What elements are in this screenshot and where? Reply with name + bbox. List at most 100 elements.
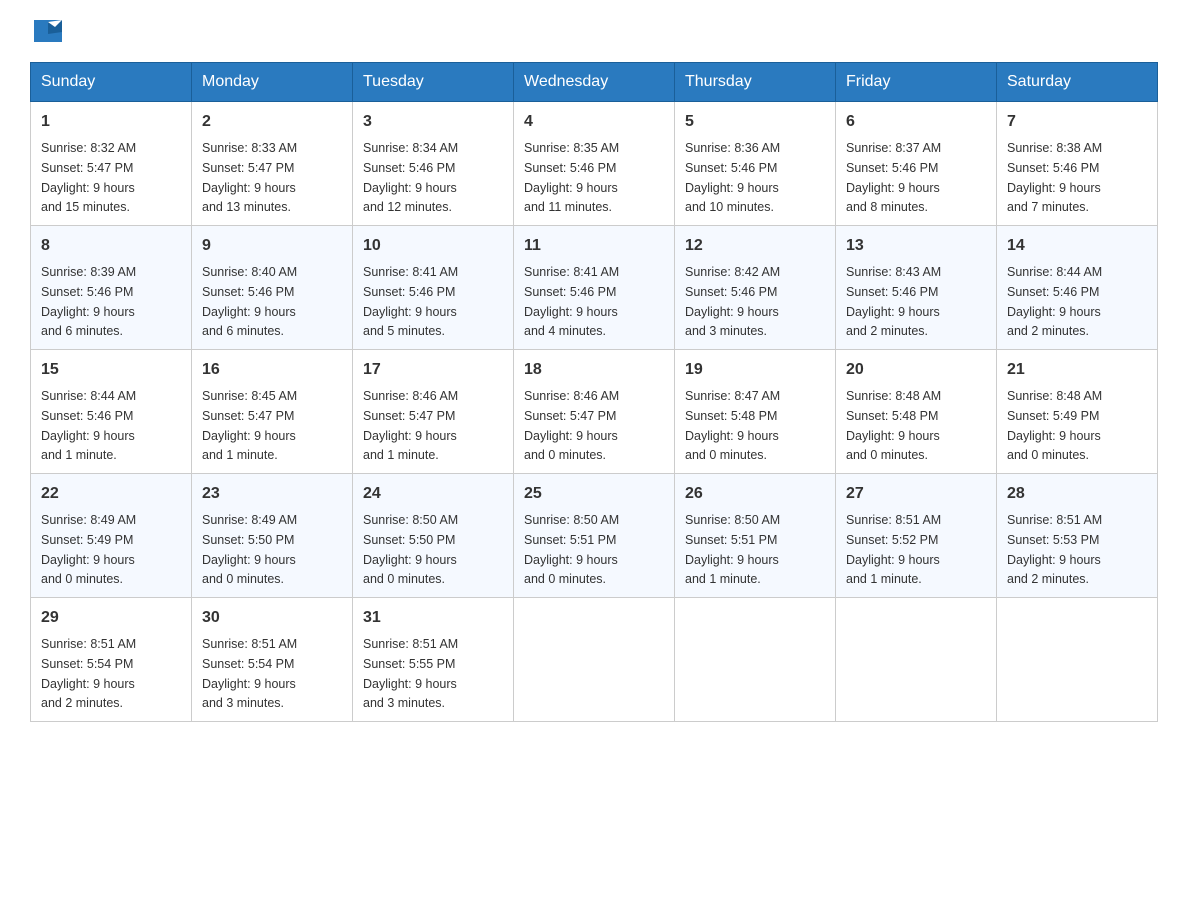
day-number: 3 bbox=[363, 110, 503, 134]
calendar-day-cell bbox=[514, 598, 675, 722]
calendar-day-cell: 7 Sunrise: 8:38 AM Sunset: 5:46 PM Dayli… bbox=[997, 102, 1158, 226]
calendar-day-cell bbox=[675, 598, 836, 722]
day-number: 8 bbox=[41, 234, 181, 258]
day-info: Sunrise: 8:51 AM Sunset: 5:54 PM Dayligh… bbox=[41, 637, 136, 710]
calendar-week-row: 15 Sunrise: 8:44 AM Sunset: 5:46 PM Dayl… bbox=[31, 350, 1158, 474]
day-info: Sunrise: 8:50 AM Sunset: 5:50 PM Dayligh… bbox=[363, 513, 458, 586]
day-info: Sunrise: 8:37 AM Sunset: 5:46 PM Dayligh… bbox=[846, 141, 941, 214]
day-number: 18 bbox=[524, 358, 664, 382]
day-number: 10 bbox=[363, 234, 503, 258]
day-info: Sunrise: 8:47 AM Sunset: 5:48 PM Dayligh… bbox=[685, 389, 780, 462]
calendar-day-cell: 23 Sunrise: 8:49 AM Sunset: 5:50 PM Dayl… bbox=[192, 474, 353, 598]
calendar-day-cell bbox=[836, 598, 997, 722]
calendar-day-cell: 8 Sunrise: 8:39 AM Sunset: 5:46 PM Dayli… bbox=[31, 226, 192, 350]
calendar-day-cell: 9 Sunrise: 8:40 AM Sunset: 5:46 PM Dayli… bbox=[192, 226, 353, 350]
calendar-week-row: 22 Sunrise: 8:49 AM Sunset: 5:49 PM Dayl… bbox=[31, 474, 1158, 598]
calendar-day-cell: 31 Sunrise: 8:51 AM Sunset: 5:55 PM Dayl… bbox=[353, 598, 514, 722]
calendar-day-cell: 3 Sunrise: 8:34 AM Sunset: 5:46 PM Dayli… bbox=[353, 102, 514, 226]
calendar-day-cell: 22 Sunrise: 8:49 AM Sunset: 5:49 PM Dayl… bbox=[31, 474, 192, 598]
day-number: 29 bbox=[41, 606, 181, 630]
page-header bbox=[30, 20, 1158, 42]
day-info: Sunrise: 8:35 AM Sunset: 5:46 PM Dayligh… bbox=[524, 141, 619, 214]
day-info: Sunrise: 8:48 AM Sunset: 5:49 PM Dayligh… bbox=[1007, 389, 1102, 462]
calendar-day-cell: 14 Sunrise: 8:44 AM Sunset: 5:46 PM Dayl… bbox=[997, 226, 1158, 350]
day-number: 24 bbox=[363, 482, 503, 506]
day-number: 26 bbox=[685, 482, 825, 506]
day-number: 2 bbox=[202, 110, 342, 134]
day-info: Sunrise: 8:45 AM Sunset: 5:47 PM Dayligh… bbox=[202, 389, 297, 462]
day-number: 11 bbox=[524, 234, 664, 258]
day-number: 17 bbox=[363, 358, 503, 382]
calendar-day-cell: 6 Sunrise: 8:37 AM Sunset: 5:46 PM Dayli… bbox=[836, 102, 997, 226]
day-info: Sunrise: 8:33 AM Sunset: 5:47 PM Dayligh… bbox=[202, 141, 297, 214]
day-number: 16 bbox=[202, 358, 342, 382]
calendar-day-cell: 24 Sunrise: 8:50 AM Sunset: 5:50 PM Dayl… bbox=[353, 474, 514, 598]
calendar-day-cell: 11 Sunrise: 8:41 AM Sunset: 5:46 PM Dayl… bbox=[514, 226, 675, 350]
day-number: 7 bbox=[1007, 110, 1147, 134]
day-of-week-header: Tuesday bbox=[353, 63, 514, 102]
day-number: 4 bbox=[524, 110, 664, 134]
day-info: Sunrise: 8:43 AM Sunset: 5:46 PM Dayligh… bbox=[846, 265, 941, 338]
day-number: 21 bbox=[1007, 358, 1147, 382]
day-number: 6 bbox=[846, 110, 986, 134]
calendar-day-cell: 2 Sunrise: 8:33 AM Sunset: 5:47 PM Dayli… bbox=[192, 102, 353, 226]
calendar-day-cell: 13 Sunrise: 8:43 AM Sunset: 5:46 PM Dayl… bbox=[836, 226, 997, 350]
day-info: Sunrise: 8:51 AM Sunset: 5:52 PM Dayligh… bbox=[846, 513, 941, 586]
day-number: 30 bbox=[202, 606, 342, 630]
calendar-day-cell: 29 Sunrise: 8:51 AM Sunset: 5:54 PM Dayl… bbox=[31, 598, 192, 722]
day-number: 9 bbox=[202, 234, 342, 258]
calendar-day-cell: 5 Sunrise: 8:36 AM Sunset: 5:46 PM Dayli… bbox=[675, 102, 836, 226]
calendar-header-row: SundayMondayTuesdayWednesdayThursdayFrid… bbox=[31, 63, 1158, 102]
day-info: Sunrise: 8:41 AM Sunset: 5:46 PM Dayligh… bbox=[524, 265, 619, 338]
calendar-day-cell: 25 Sunrise: 8:50 AM Sunset: 5:51 PM Dayl… bbox=[514, 474, 675, 598]
logo bbox=[30, 20, 62, 42]
calendar-day-cell: 21 Sunrise: 8:48 AM Sunset: 5:49 PM Dayl… bbox=[997, 350, 1158, 474]
calendar-day-cell: 18 Sunrise: 8:46 AM Sunset: 5:47 PM Dayl… bbox=[514, 350, 675, 474]
day-of-week-header: Friday bbox=[836, 63, 997, 102]
day-info: Sunrise: 8:51 AM Sunset: 5:55 PM Dayligh… bbox=[363, 637, 458, 710]
calendar-day-cell: 20 Sunrise: 8:48 AM Sunset: 5:48 PM Dayl… bbox=[836, 350, 997, 474]
day-info: Sunrise: 8:39 AM Sunset: 5:46 PM Dayligh… bbox=[41, 265, 136, 338]
day-info: Sunrise: 8:44 AM Sunset: 5:46 PM Dayligh… bbox=[1007, 265, 1102, 338]
day-number: 19 bbox=[685, 358, 825, 382]
day-info: Sunrise: 8:38 AM Sunset: 5:46 PM Dayligh… bbox=[1007, 141, 1102, 214]
day-info: Sunrise: 8:51 AM Sunset: 5:54 PM Dayligh… bbox=[202, 637, 297, 710]
day-number: 5 bbox=[685, 110, 825, 134]
day-info: Sunrise: 8:41 AM Sunset: 5:46 PM Dayligh… bbox=[363, 265, 458, 338]
day-info: Sunrise: 8:40 AM Sunset: 5:46 PM Dayligh… bbox=[202, 265, 297, 338]
day-of-week-header: Sunday bbox=[31, 63, 192, 102]
calendar-day-cell: 4 Sunrise: 8:35 AM Sunset: 5:46 PM Dayli… bbox=[514, 102, 675, 226]
calendar-day-cell: 28 Sunrise: 8:51 AM Sunset: 5:53 PM Dayl… bbox=[997, 474, 1158, 598]
calendar-day-cell: 1 Sunrise: 8:32 AM Sunset: 5:47 PM Dayli… bbox=[31, 102, 192, 226]
calendar-week-row: 1 Sunrise: 8:32 AM Sunset: 5:47 PM Dayli… bbox=[31, 102, 1158, 226]
day-info: Sunrise: 8:46 AM Sunset: 5:47 PM Dayligh… bbox=[363, 389, 458, 462]
calendar-day-cell: 12 Sunrise: 8:42 AM Sunset: 5:46 PM Dayl… bbox=[675, 226, 836, 350]
calendar-day-cell: 16 Sunrise: 8:45 AM Sunset: 5:47 PM Dayl… bbox=[192, 350, 353, 474]
calendar-day-cell bbox=[997, 598, 1158, 722]
day-number: 20 bbox=[846, 358, 986, 382]
day-of-week-header: Thursday bbox=[675, 63, 836, 102]
day-info: Sunrise: 8:44 AM Sunset: 5:46 PM Dayligh… bbox=[41, 389, 136, 462]
day-of-week-header: Saturday bbox=[997, 63, 1158, 102]
calendar-week-row: 29 Sunrise: 8:51 AM Sunset: 5:54 PM Dayl… bbox=[31, 598, 1158, 722]
day-info: Sunrise: 8:34 AM Sunset: 5:46 PM Dayligh… bbox=[363, 141, 458, 214]
calendar-day-cell: 15 Sunrise: 8:44 AM Sunset: 5:46 PM Dayl… bbox=[31, 350, 192, 474]
day-of-week-header: Monday bbox=[192, 63, 353, 102]
day-number: 15 bbox=[41, 358, 181, 382]
day-info: Sunrise: 8:36 AM Sunset: 5:46 PM Dayligh… bbox=[685, 141, 780, 214]
day-info: Sunrise: 8:49 AM Sunset: 5:49 PM Dayligh… bbox=[41, 513, 136, 586]
day-number: 31 bbox=[363, 606, 503, 630]
calendar-day-cell: 10 Sunrise: 8:41 AM Sunset: 5:46 PM Dayl… bbox=[353, 226, 514, 350]
day-info: Sunrise: 8:50 AM Sunset: 5:51 PM Dayligh… bbox=[524, 513, 619, 586]
calendar-day-cell: 27 Sunrise: 8:51 AM Sunset: 5:52 PM Dayl… bbox=[836, 474, 997, 598]
day-number: 27 bbox=[846, 482, 986, 506]
day-info: Sunrise: 8:46 AM Sunset: 5:47 PM Dayligh… bbox=[524, 389, 619, 462]
day-number: 28 bbox=[1007, 482, 1147, 506]
day-info: Sunrise: 8:42 AM Sunset: 5:46 PM Dayligh… bbox=[685, 265, 780, 338]
day-number: 23 bbox=[202, 482, 342, 506]
day-number: 22 bbox=[41, 482, 181, 506]
day-number: 13 bbox=[846, 234, 986, 258]
day-info: Sunrise: 8:48 AM Sunset: 5:48 PM Dayligh… bbox=[846, 389, 941, 462]
day-number: 1 bbox=[41, 110, 181, 134]
calendar-table: SundayMondayTuesdayWednesdayThursdayFrid… bbox=[30, 62, 1158, 722]
